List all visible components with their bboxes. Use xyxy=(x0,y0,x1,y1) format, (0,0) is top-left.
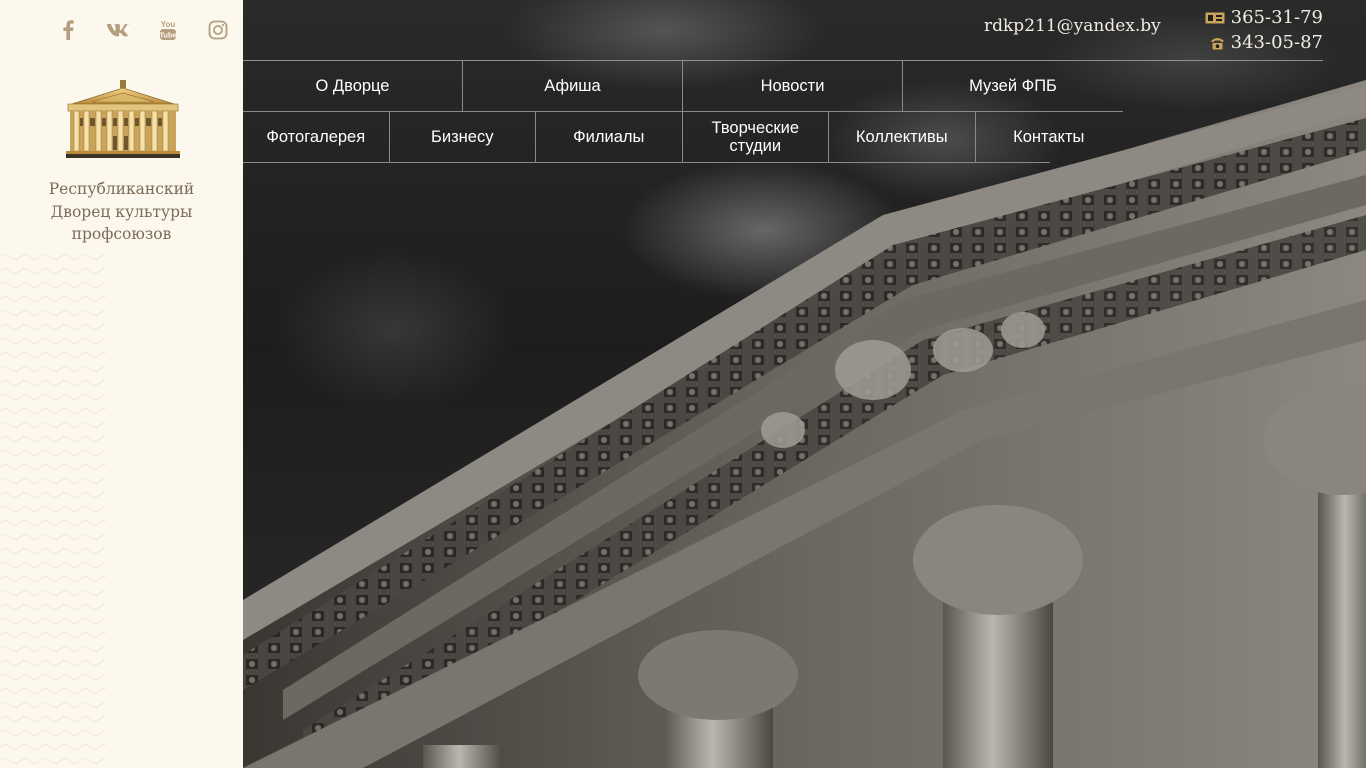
sidebar: You Tube Республиканский Дворец культуры… xyxy=(0,0,243,768)
nav-contacts[interactable]: Контакты xyxy=(976,112,1123,162)
org-name: Республиканский Дворец культуры профсоюз… xyxy=(0,178,243,246)
org-name-line3: профсоюзов xyxy=(71,225,172,243)
phone-fax: 365-31-79 xyxy=(1205,7,1323,28)
nav-news[interactable]: Новости xyxy=(683,61,903,111)
nav-afisha[interactable]: Афиша xyxy=(463,61,683,111)
palace-logo[interactable] xyxy=(66,80,180,158)
nav-about[interactable]: О Дворце xyxy=(243,61,463,111)
hero: rdkp211@yandex.by 365-31-79 343-05-87 О … xyxy=(243,0,1366,768)
vk-icon[interactable] xyxy=(106,18,130,42)
org-name-line1: Республиканский xyxy=(48,180,195,198)
phone-main: 343-05-87 xyxy=(1210,32,1323,53)
email-link[interactable]: rdkp211@yandex.by xyxy=(984,16,1161,36)
instagram-icon[interactable] xyxy=(206,18,230,42)
phone2-number[interactable]: 343-05-87 xyxy=(1231,32,1323,53)
social-links: You Tube xyxy=(0,18,243,42)
divider xyxy=(243,162,1050,163)
svg-text:You: You xyxy=(161,20,176,29)
nav-studios[interactable]: Творческие студии xyxy=(683,112,829,162)
nav-business[interactable]: Бизнесу xyxy=(390,112,536,162)
phone-icon xyxy=(1210,36,1225,50)
fax-icon xyxy=(1205,12,1225,24)
nav-museum[interactable]: Музей ФПБ xyxy=(903,61,1123,111)
svg-text:Tube: Tube xyxy=(159,31,176,40)
main-nav-row2: Фотогалерея Бизнесу Филиалы Творческие с… xyxy=(243,112,1122,162)
phone1-number[interactable]: 365-31-79 xyxy=(1231,7,1323,28)
nav-photogallery[interactable]: Фотогалерея xyxy=(243,112,390,162)
org-name-line2: Дворец культуры xyxy=(50,202,193,221)
facebook-icon[interactable] xyxy=(56,18,80,42)
youtube-icon[interactable]: You Tube xyxy=(156,18,180,42)
nav-branches[interactable]: Филиалы xyxy=(536,112,683,162)
wave-pattern xyxy=(0,250,106,768)
main-nav-row1: О Дворце Афиша Новости Музей ФПБ xyxy=(243,61,1123,111)
nav-collectives[interactable]: Коллективы xyxy=(829,112,976,162)
